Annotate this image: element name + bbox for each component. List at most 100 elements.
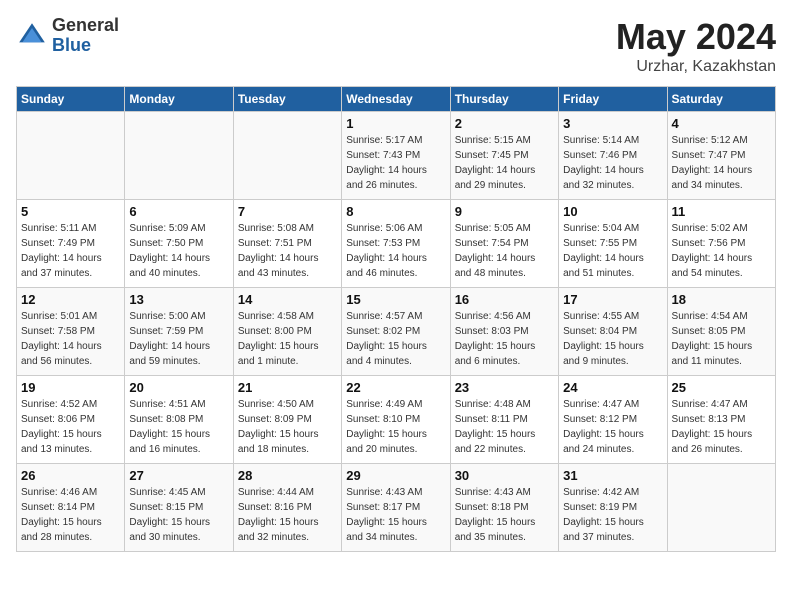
logo-general: General xyxy=(52,16,119,36)
calendar-week-2: 5 Sunrise: 5:11 AM Sunset: 7:49 PM Daylig… xyxy=(17,200,776,288)
calendar-cell: 5 Sunrise: 5:11 AM Sunset: 7:49 PM Daylig… xyxy=(17,200,125,288)
day-number: 24 xyxy=(563,380,662,395)
day-number: 25 xyxy=(672,380,771,395)
day-info: Sunrise: 4:56 AM Sunset: 8:03 PM Dayligh… xyxy=(455,309,554,369)
calendar-cell: 6Sunrise: 5:09 AM Sunset: 7:50 PM Daylig… xyxy=(125,200,233,288)
day-number: 27 xyxy=(129,468,228,483)
day-info: Sunrise: 4:48 AM Sunset: 8:11 PM Dayligh… xyxy=(455,397,554,457)
calendar-cell: 18 Sunrise: 4:54 AM Sunset: 8:05 PM Dayli… xyxy=(667,288,775,376)
calendar-cell: 25Sunrise: 4:47 AM Sunset: 8:13 PM Dayli… xyxy=(667,376,775,464)
day-number: 4 xyxy=(672,116,771,131)
calendar-week-1: 1 Sunrise: 5:17 AM Sunset: 7:43 PM Daylig… xyxy=(17,112,776,200)
day-info: Sunrise: 4:50 AM Sunset: 8:09 PM Dayligh… xyxy=(238,397,337,457)
day-info: Sunrise: 4:46 AM Sunset: 8:14 PM Dayligh… xyxy=(21,485,120,545)
calendar-cell: 26 Sunrise: 4:46 AM Sunset: 8:14 PM Dayli… xyxy=(17,464,125,552)
day-info: Sunrise: 4:51 AM Sunset: 8:08 PM Dayligh… xyxy=(129,397,228,457)
calendar-cell: 12 Sunrise: 5:01 AM Sunset: 7:58 PM Dayli… xyxy=(17,288,125,376)
day-number: 14 xyxy=(238,292,337,307)
day-number: 23 xyxy=(455,380,554,395)
day-number: 21 xyxy=(238,380,337,395)
logo-text: General Blue xyxy=(52,16,119,56)
day-info: Sunrise: 5:17 AM Sunset: 7:43 PM Dayligh… xyxy=(346,133,445,193)
day-info: Sunrise: 5:15 AM Sunset: 7:45 PM Dayligh… xyxy=(455,133,554,193)
day-number: 7 xyxy=(238,204,337,219)
weekday-header-thursday: Thursday xyxy=(450,87,558,112)
title-block: May 2024 Urzhar, Kazakhstan xyxy=(616,16,776,76)
calendar-cell: 29 Sunrise: 4:43 AM Sunset: 8:17 PM Dayli… xyxy=(342,464,450,552)
day-info: Sunrise: 4:42 AM Sunset: 8:19 PM Dayligh… xyxy=(563,485,662,545)
day-info: Sunrise: 4:52 AM Sunset: 8:06 PM Dayligh… xyxy=(21,397,120,457)
day-number: 1 xyxy=(346,116,445,131)
page-header: General Blue May 2024 Urzhar, Kazakhstan xyxy=(16,16,776,76)
day-number: 3 xyxy=(563,116,662,131)
day-info: Sunrise: 4:43 AM Sunset: 8:17 PM Dayligh… xyxy=(346,485,445,545)
calendar-cell: 23 Sunrise: 4:48 AM Sunset: 8:11 PM Dayli… xyxy=(450,376,558,464)
calendar-body: 1 Sunrise: 5:17 AM Sunset: 7:43 PM Daylig… xyxy=(17,112,776,552)
calendar-cell: 30Sunrise: 4:43 AM Sunset: 8:18 PM Dayli… xyxy=(450,464,558,552)
calendar-week-4: 19 Sunrise: 4:52 AM Sunset: 8:06 PM Dayli… xyxy=(17,376,776,464)
weekday-header-monday: Monday xyxy=(125,87,233,112)
calendar-cell xyxy=(233,112,341,200)
day-info: Sunrise: 5:14 AM Sunset: 7:46 PM Dayligh… xyxy=(563,133,662,193)
calendar-cell: 3 Sunrise: 5:14 AM Sunset: 7:46 PM Daylig… xyxy=(559,112,667,200)
calendar-cell xyxy=(667,464,775,552)
calendar-cell xyxy=(125,112,233,200)
calendar-cell: 17Sunrise: 4:55 AM Sunset: 8:04 PM Dayli… xyxy=(559,288,667,376)
calendar-cell: 1 Sunrise: 5:17 AM Sunset: 7:43 PM Daylig… xyxy=(342,112,450,200)
calendar-cell: 22Sunrise: 4:49 AM Sunset: 8:10 PM Dayli… xyxy=(342,376,450,464)
calendar-cell: 8Sunrise: 5:06 AM Sunset: 7:53 PM Daylig… xyxy=(342,200,450,288)
day-number: 17 xyxy=(563,292,662,307)
day-info: Sunrise: 5:12 AM Sunset: 7:47 PM Dayligh… xyxy=(672,133,771,193)
logo-icon xyxy=(16,20,48,52)
day-number: 31 xyxy=(563,468,662,483)
day-number: 19 xyxy=(21,380,120,395)
calendar-table: SundayMondayTuesdayWednesdayThursdayFrid… xyxy=(16,86,776,552)
calendar-week-5: 26 Sunrise: 4:46 AM Sunset: 8:14 PM Dayli… xyxy=(17,464,776,552)
weekday-header-tuesday: Tuesday xyxy=(233,87,341,112)
day-number: 9 xyxy=(455,204,554,219)
day-info: Sunrise: 5:05 AM Sunset: 7:54 PM Dayligh… xyxy=(455,221,554,281)
calendar-cell: 14 Sunrise: 4:58 AM Sunset: 8:00 PM Dayli… xyxy=(233,288,341,376)
weekday-header-friday: Friday xyxy=(559,87,667,112)
day-info: Sunrise: 5:08 AM Sunset: 7:51 PM Dayligh… xyxy=(238,221,337,281)
calendar-cell: 19 Sunrise: 4:52 AM Sunset: 8:06 PM Dayli… xyxy=(17,376,125,464)
calendar-cell: 16 Sunrise: 4:56 AM Sunset: 8:03 PM Dayli… xyxy=(450,288,558,376)
weekday-header-wednesday: Wednesday xyxy=(342,87,450,112)
day-number: 2 xyxy=(455,116,554,131)
day-number: 12 xyxy=(21,292,120,307)
day-info: Sunrise: 5:04 AM Sunset: 7:55 PM Dayligh… xyxy=(563,221,662,281)
calendar-cell: 9 Sunrise: 5:05 AM Sunset: 7:54 PM Daylig… xyxy=(450,200,558,288)
day-number: 5 xyxy=(21,204,120,219)
weekday-header-saturday: Saturday xyxy=(667,87,775,112)
day-info: Sunrise: 4:57 AM Sunset: 8:02 PM Dayligh… xyxy=(346,309,445,369)
day-info: Sunrise: 4:49 AM Sunset: 8:10 PM Dayligh… xyxy=(346,397,445,457)
logo: General Blue xyxy=(16,16,119,56)
day-info: Sunrise: 4:44 AM Sunset: 8:16 PM Dayligh… xyxy=(238,485,337,545)
calendar-cell: 28Sunrise: 4:44 AM Sunset: 8:16 PM Dayli… xyxy=(233,464,341,552)
day-info: Sunrise: 4:54 AM Sunset: 8:05 PM Dayligh… xyxy=(672,309,771,369)
day-number: 16 xyxy=(455,292,554,307)
month-year: May 2024 xyxy=(616,16,776,58)
calendar-cell: 24Sunrise: 4:47 AM Sunset: 8:12 PM Dayli… xyxy=(559,376,667,464)
header-row: SundayMondayTuesdayWednesdayThursdayFrid… xyxy=(17,87,776,112)
day-number: 29 xyxy=(346,468,445,483)
day-number: 26 xyxy=(21,468,120,483)
day-info: Sunrise: 5:11 AM Sunset: 7:49 PM Dayligh… xyxy=(21,221,120,281)
day-number: 6 xyxy=(129,204,228,219)
logo-blue: Blue xyxy=(52,36,119,56)
day-info: Sunrise: 4:45 AM Sunset: 8:15 PM Dayligh… xyxy=(129,485,228,545)
calendar-cell: 11Sunrise: 5:02 AM Sunset: 7:56 PM Dayli… xyxy=(667,200,775,288)
calendar-cell: 4 Sunrise: 5:12 AM Sunset: 7:47 PM Daylig… xyxy=(667,112,775,200)
day-info: Sunrise: 5:00 AM Sunset: 7:59 PM Dayligh… xyxy=(129,309,228,369)
day-number: 15 xyxy=(346,292,445,307)
day-number: 18 xyxy=(672,292,771,307)
day-info: Sunrise: 4:58 AM Sunset: 8:00 PM Dayligh… xyxy=(238,309,337,369)
day-number: 30 xyxy=(455,468,554,483)
calendar-cell: 27 Sunrise: 4:45 AM Sunset: 8:15 PM Dayli… xyxy=(125,464,233,552)
day-number: 20 xyxy=(129,380,228,395)
day-info: Sunrise: 5:01 AM Sunset: 7:58 PM Dayligh… xyxy=(21,309,120,369)
calendar-header: SundayMondayTuesdayWednesdayThursdayFrid… xyxy=(17,87,776,112)
calendar-cell: 31 Sunrise: 4:42 AM Sunset: 8:19 PM Dayli… xyxy=(559,464,667,552)
calendar-week-3: 12 Sunrise: 5:01 AM Sunset: 7:58 PM Dayli… xyxy=(17,288,776,376)
day-number: 13 xyxy=(129,292,228,307)
